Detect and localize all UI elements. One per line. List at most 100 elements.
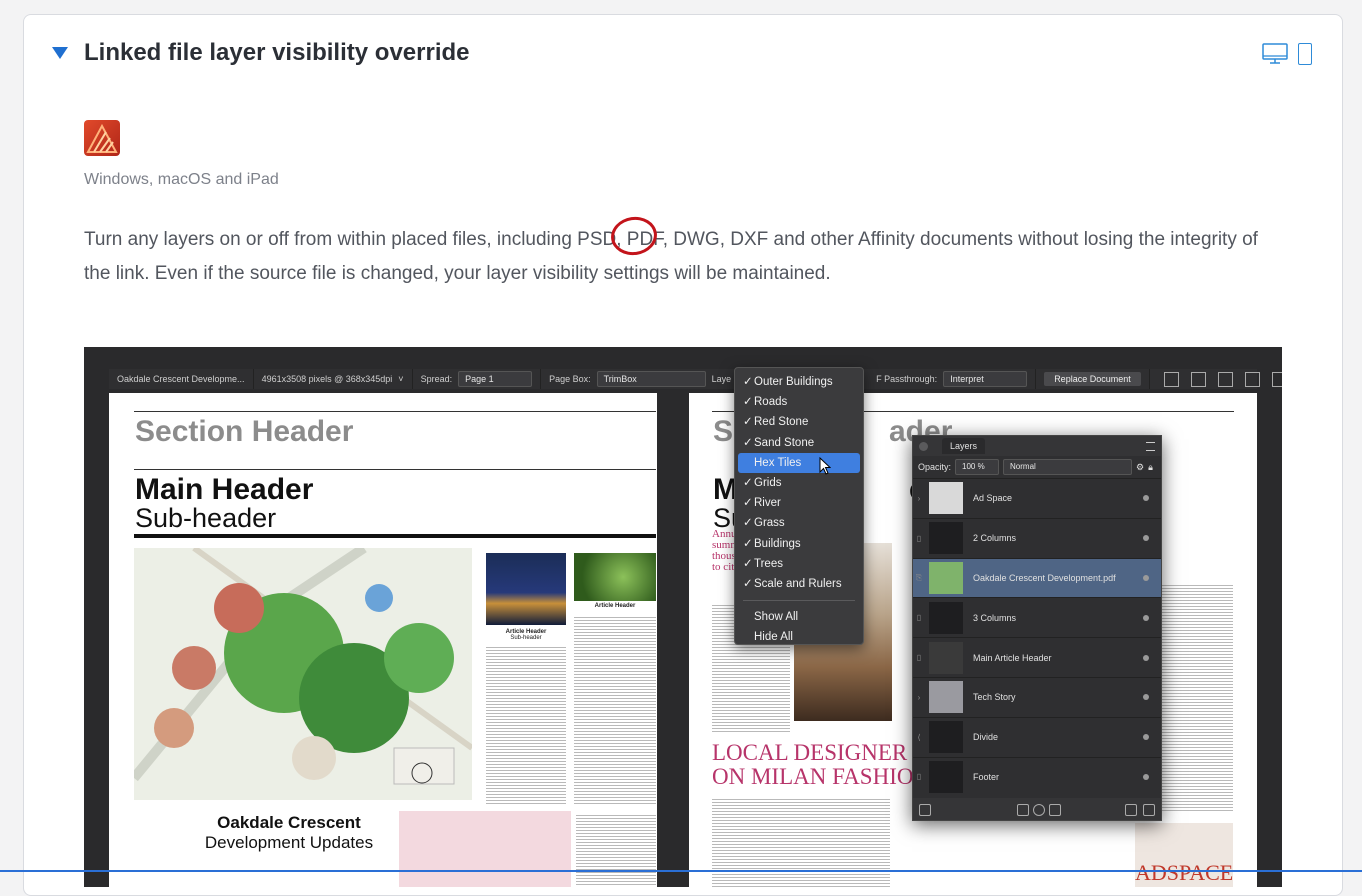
visibility-dot-icon[interactable]: [1143, 614, 1149, 621]
blend-mode-select[interactable]: Normal: [1003, 459, 1133, 475]
close-icon[interactable]: [919, 441, 928, 451]
check-icon: ✓: [743, 537, 753, 550]
layer-thumbnail: [929, 522, 963, 555]
passthrough-select[interactable]: Interpret: [943, 371, 1028, 387]
menu-item-show-all[interactable]: Show All: [735, 607, 863, 627]
visibility-dot-icon[interactable]: [1143, 773, 1149, 780]
check-icon: ✓: [743, 497, 753, 510]
divider: [134, 411, 656, 412]
layers-panel: Layers Opacity: 100 % Normal ⚙ 🔒︎ › Ad Sp…: [912, 435, 1162, 821]
menu-item-trees[interactable]: ✓Trees: [735, 554, 863, 574]
layer-copy-icon[interactable]: [919, 804, 931, 816]
check-icon: ✓: [743, 476, 753, 489]
menu-item-hex-tiles[interactable]: Hex Tiles: [738, 452, 860, 475]
context-toolbar: Oakdale Crescent Developme... 4961x3508 …: [109, 369, 1282, 389]
product-photo[interactable]: [399, 811, 571, 887]
layer-thumbnail: [929, 482, 963, 515]
layer-visibility-menu: ✓Outer Buildings ✓Roads ✓Red Stone ✓Sand…: [734, 367, 864, 645]
menu-item-grass[interactable]: ✓Grass: [735, 513, 863, 533]
article-caption-2: Article Header: [594, 603, 636, 609]
layers-panel-header: Layers: [913, 436, 1161, 456]
edit-icon[interactable]: [1271, 371, 1282, 387]
panel-menu-icon[interactable]: [1146, 441, 1155, 451]
menu-item-buildings[interactable]: ✓Buildings: [735, 534, 863, 554]
frame-icon: ▯: [916, 613, 922, 623]
check-icon: ✓: [743, 396, 753, 409]
app-screenshot: Oakdale Crescent Developme... 4961x3508 …: [84, 347, 1282, 887]
visibility-dot-icon[interactable]: [1143, 734, 1149, 741]
spread-select[interactable]: Page 1: [458, 371, 533, 387]
layer-row-footer[interactable]: ▯ Footer: [913, 756, 1161, 797]
chevron-down-icon: ˅: [398, 374, 404, 384]
visibility-dot-icon[interactable]: [1143, 654, 1149, 661]
frame-icon: ▯: [916, 772, 922, 782]
menu-item-sand-stone[interactable]: ✓Sand Stone: [735, 433, 863, 453]
visibility-dot-icon[interactable]: [1143, 535, 1149, 542]
adjustment-icon[interactable]: [1033, 804, 1045, 816]
resize-icon[interactable]: [1217, 371, 1233, 387]
feature-description: Turn any layers on or off from within pl…: [84, 229, 1258, 284]
tablet-icon[interactable]: [1298, 43, 1312, 65]
adspace-image[interactable]: ADSPACE: [1135, 823, 1233, 887]
device-toggle: [1262, 43, 1312, 65]
left-page: Section Header Main Header Sub-header Ar…: [109, 393, 657, 887]
crop-icon[interactable]: [1244, 371, 1260, 387]
layer-row-3-columns[interactable]: ▯ 3 Columns: [913, 597, 1161, 637]
site-map-image[interactable]: [134, 548, 472, 800]
add-layer-icon[interactable]: [1125, 804, 1137, 816]
expand-icon[interactable]: ›: [913, 494, 925, 503]
affinity-publisher-icon: [84, 120, 120, 156]
main-header: Main Header: [135, 473, 314, 506]
menu-item-river[interactable]: ✓River: [735, 493, 863, 513]
document-name[interactable]: Oakdale Crescent Developme...: [109, 369, 254, 389]
layer-row-tech-story[interactable]: › Tech Story: [913, 676, 1161, 717]
check-icon: ✓: [743, 577, 753, 590]
frame-icon: ▯: [916, 653, 922, 663]
menu-item-roads[interactable]: ✓Roads: [735, 392, 863, 412]
visibility-dot-icon[interactable]: [1143, 694, 1149, 701]
city-photo[interactable]: [486, 553, 566, 625]
platforms-text: Windows, macOS and iPad: [84, 171, 279, 188]
curve-icon: ⟨: [917, 732, 921, 742]
leaf-photo[interactable]: [574, 553, 656, 601]
pagebox-select[interactable]: TrimBox: [596, 371, 706, 387]
visibility-dot-icon[interactable]: [1143, 574, 1149, 581]
opacity-field[interactable]: 100 %: [955, 459, 1000, 475]
body-text: [712, 797, 890, 887]
gear-icon[interactable]: ⚙: [1136, 462, 1144, 473]
tab-layers[interactable]: Layers: [942, 438, 986, 454]
fit-icon[interactable]: [1190, 371, 1206, 387]
menu-item-red-stone[interactable]: ✓Red Stone: [735, 412, 863, 432]
layer-row-oakdale-pdf[interactable]: ⎘ Oakdale Crescent Development.pdf: [913, 557, 1161, 598]
visibility-dot-icon[interactable]: [1143, 495, 1149, 502]
layer-row-2-columns[interactable]: ▯ 2 Columns: [913, 517, 1161, 558]
menu-item-outer-buildings[interactable]: ✓Outer Buildings: [735, 372, 863, 392]
body-text: [574, 615, 656, 805]
desktop-icon[interactable]: [1262, 43, 1288, 65]
local-designer-heading: LOCAL DESIGNER ON MILAN FASHIO: [712, 740, 914, 789]
menu-separator: [743, 600, 855, 602]
replace-control: Replace Document: [1036, 369, 1150, 389]
layer-row-ad-space[interactable]: › Ad Space: [913, 478, 1161, 518]
check-icon: ✓: [743, 416, 753, 429]
menu-item-scale-and-rulers[interactable]: ✓Scale and Rulers: [735, 574, 863, 594]
replace-document-button[interactable]: Replace Document: [1044, 372, 1141, 386]
trash-icon[interactable]: [1143, 804, 1155, 816]
check-icon: ✓: [743, 376, 753, 388]
mask-icon[interactable]: [1017, 804, 1029, 816]
lock-icon[interactable]: 🔒︎: [1148, 462, 1153, 473]
body-text: [486, 645, 566, 805]
align-icon[interactable]: [1163, 371, 1179, 387]
collapse-triangle-icon[interactable]: [52, 47, 68, 59]
layer-row-main-article-header[interactable]: ▯ Main Article Header: [913, 637, 1161, 677]
fx-icon[interactable]: [1049, 804, 1061, 816]
section-header: Section Header: [135, 415, 354, 448]
feature-card: Linked file layer visibility override Wi…: [23, 14, 1343, 896]
resolution-readout[interactable]: 4961x3508 pixels @ 368x345dpi ˅: [254, 369, 413, 389]
menu-item-grids[interactable]: ✓Grids: [735, 473, 863, 493]
article-caption: Article Header Sub-header: [505, 629, 547, 641]
expand-icon[interactable]: ›: [913, 693, 925, 702]
menu-item-hide-all[interactable]: Hide All: [735, 627, 863, 647]
body-text: [576, 813, 656, 887]
layer-row-divide[interactable]: ⟨ Divide: [913, 716, 1161, 757]
